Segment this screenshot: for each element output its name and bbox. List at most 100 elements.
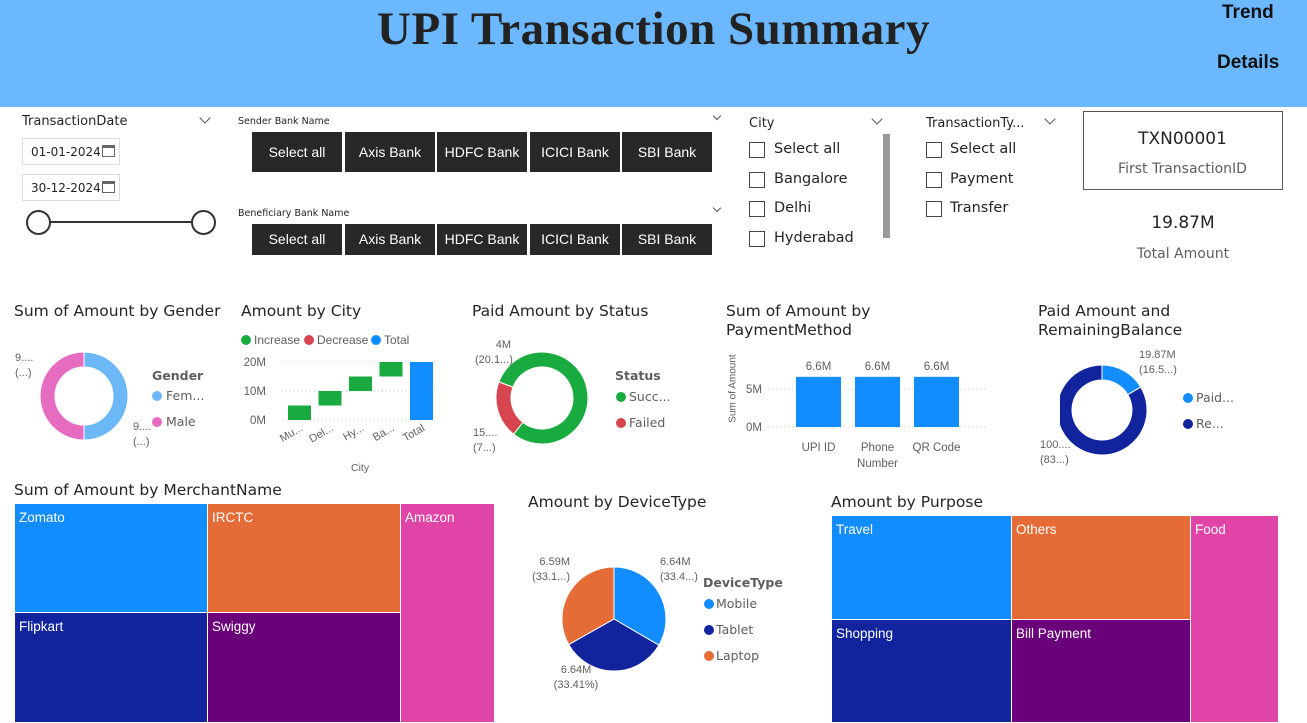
balance-label-top: 19.87M (16.5...) <box>1139 348 1177 378</box>
city-option-bangalore[interactable]: Bangalore <box>774 171 848 187</box>
date-range-end-handle[interactable] <box>191 210 216 235</box>
chevron-down-icon[interactable] <box>199 112 211 124</box>
treemap-cell-others[interactable]: Others <box>1011 515 1191 620</box>
city-option-delhi[interactable]: Delhi <box>774 200 811 216</box>
sender-tile-select-all[interactable]: Select all <box>252 132 342 172</box>
treemap-cell-irctc[interactable]: IRCTC <box>207 503 401 613</box>
treemap-cell-zomato[interactable]: Zomato <box>14 503 208 613</box>
payment-title-line-2: PaymentMethod <box>726 321 852 339</box>
type-checkbox-transfer[interactable] <box>926 201 942 217</box>
y-tick-label: 0M <box>250 415 266 427</box>
details-nav-button[interactable]: Details <box>1217 52 1279 74</box>
city-checkbox-select-all[interactable] <box>749 142 765 158</box>
merchant-chart-title: Sum of Amount by MerchantName <box>14 481 282 499</box>
city-option-select-all[interactable]: Select all <box>774 141 840 157</box>
balance-legend-remaining[interactable]: Re... <box>1196 416 1224 431</box>
status-legend-success[interactable]: Succ... <box>629 389 671 404</box>
type-checkbox-payment[interactable] <box>926 172 942 188</box>
type-option-payment[interactable]: Payment <box>950 171 1013 187</box>
city-legend-decrease[interactable]: Decrease <box>317 333 368 347</box>
chevron-down-icon[interactable] <box>1044 113 1056 125</box>
status-slice-failed[interactable] <box>495 381 524 435</box>
treemap-cell-travel[interactable]: Travel <box>831 515 1012 620</box>
treemap-cell-food[interactable]: Food <box>1190 515 1279 723</box>
treemap-cell-shopping[interactable]: Shopping <box>831 619 1012 723</box>
device-label-laptop: 6.59M (33.1...) <box>532 555 570 585</box>
payment-bar-chart[interactable]: 5M 0M 6.6M UPI ID 6.6M Phone Number 6.6M QR Code <box>740 348 990 473</box>
type-option-select-all[interactable]: Select all <box>950 141 1016 157</box>
x-tick-label: QR Code <box>913 442 961 454</box>
beneficiary-tile-axis[interactable]: Axis Bank <box>345 224 435 255</box>
device-label-tablet-pct: (33.41%) <box>553 679 599 691</box>
date-range-track <box>38 221 204 223</box>
sender-tile-icici[interactable]: ICICI Bank <box>530 132 620 172</box>
sender-tile-hdfc[interactable]: HDFC Bank <box>437 132 527 172</box>
beneficiary-tile-icici[interactable]: ICICI Bank <box>530 224 620 255</box>
date-range-start-handle[interactable] <box>26 210 51 235</box>
legend-dot <box>616 392 626 402</box>
city-chart-title: Amount by City <box>241 302 362 320</box>
balance-legend-paid[interactable]: Paid... <box>1196 390 1234 405</box>
city-slicer-label: City <box>749 116 775 131</box>
balance-title-line-1: Paid Amount and <box>1038 302 1171 320</box>
city-bar[interactable] <box>318 391 342 406</box>
payment-bar[interactable] <box>855 376 900 427</box>
calendar-icon[interactable] <box>102 181 115 193</box>
city-scrollbar[interactable] <box>883 134 890 238</box>
calendar-icon[interactable] <box>102 145 115 157</box>
treemap-cell-bill-payment[interactable]: Bill Payment <box>1011 619 1191 723</box>
gender-legend-female[interactable]: Fem... <box>166 388 204 403</box>
city-bar[interactable] <box>288 405 311 421</box>
city-checkbox-delhi[interactable] <box>749 201 765 217</box>
gender-label-top-pct: (...) <box>15 367 32 379</box>
city-legend-total[interactable]: Total <box>384 333 409 347</box>
date-slicer-label: TransactionDate <box>22 114 128 129</box>
gender-label-top-value: 9.... <box>15 352 34 364</box>
beneficiary-tile-sbi[interactable]: SBI Bank <box>622 224 712 255</box>
city-x-axis-label: City <box>351 462 370 474</box>
chevron-down-icon[interactable] <box>871 113 883 125</box>
gender-slice-male[interactable] <box>39 351 85 441</box>
x-tick-label: Phone <box>861 442 894 454</box>
merchant-treemap: Zomato IRCTC Amazon Flipkart Swiggy <box>14 503 495 723</box>
sender-tile-sbi[interactable]: SBI Bank <box>622 132 712 172</box>
city-waterfall-chart[interactable]: 20M 10M 0M Mu... Del... Hy... Ba... Total <box>240 352 450 477</box>
treemap-cell-flipkart[interactable]: Flipkart <box>14 612 208 723</box>
chevron-down-icon[interactable] <box>712 203 722 213</box>
type-option-transfer[interactable]: Transfer <box>950 200 1008 216</box>
gender-slice-female[interactable] <box>83 351 129 441</box>
first-transaction-value: TXN00001 <box>1138 129 1227 149</box>
city-bar[interactable] <box>379 362 403 377</box>
city-checkbox-hyderabad[interactable] <box>749 231 765 247</box>
city-option-hyderabad[interactable]: Hyderabad <box>774 230 854 246</box>
legend-dot <box>371 335 381 345</box>
beneficiary-tile-select-all[interactable]: Select all <box>252 224 342 255</box>
page-title: UPI Transaction Summary <box>377 3 930 55</box>
legend-dot <box>152 417 162 427</box>
type-checkbox-select-all[interactable] <box>926 142 942 158</box>
device-legend-mobile[interactable]: Mobile <box>716 596 757 611</box>
start-date-input[interactable]: 01-01-2024 <box>22 138 120 165</box>
end-date-input[interactable]: 30-12-2024 <box>22 174 120 201</box>
treemap-cell-swiggy[interactable]: Swiggy <box>207 612 401 723</box>
city-bar[interactable] <box>410 362 433 420</box>
beneficiary-tile-hdfc[interactable]: HDFC Bank <box>437 224 527 255</box>
chevron-down-icon[interactable] <box>712 111 722 121</box>
city-legend-increase[interactable]: Increase <box>254 333 300 347</box>
status-legend-failed[interactable]: Failed <box>629 415 665 430</box>
device-pie-chart[interactable] <box>560 565 670 675</box>
treemap-cell-amazon[interactable]: Amazon <box>400 503 495 723</box>
trend-nav-button[interactable]: Trend <box>1222 2 1274 24</box>
device-legend-tablet[interactable]: Tablet <box>716 622 753 637</box>
city-checkbox-bangalore[interactable] <box>749 172 765 188</box>
balance-label-top-value: 19.87M <box>1139 349 1176 361</box>
gender-legend-male[interactable]: Male <box>166 414 196 429</box>
payment-bar[interactable] <box>796 376 841 427</box>
device-legend-laptop[interactable]: Laptop <box>716 648 759 663</box>
gender-donut-chart[interactable] <box>30 350 140 460</box>
sender-tile-axis[interactable]: Axis Bank <box>345 132 435 172</box>
start-date-value: 01-01-2024 <box>31 145 101 159</box>
gender-legend-title: Gender <box>152 368 204 383</box>
city-bar[interactable] <box>349 376 372 392</box>
payment-bar[interactable] <box>914 376 959 427</box>
